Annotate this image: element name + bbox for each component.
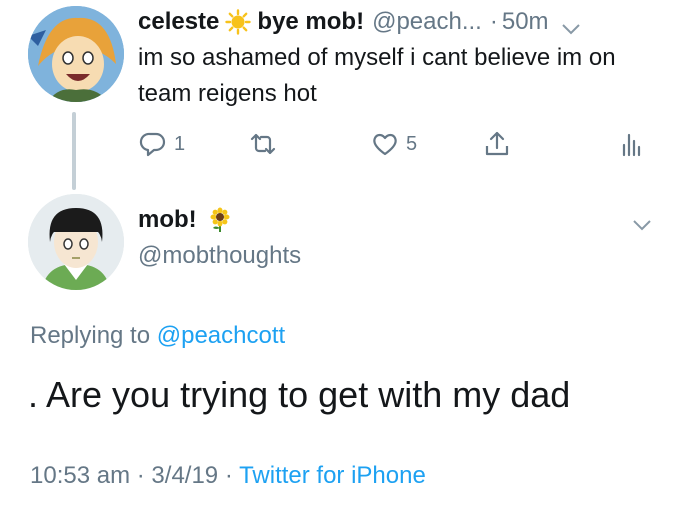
avatar-image xyxy=(28,6,124,102)
sun-emoji-icon xyxy=(225,9,252,35)
tweet1-text: im so ashamed of myself i cant believe i… xyxy=(138,44,616,107)
share-button[interactable] xyxy=(482,126,512,162)
replying-to-link[interactable]: @peachcott xyxy=(157,322,285,349)
retweet-icon xyxy=(250,133,276,155)
tweet1-handle[interactable]: @peach... xyxy=(372,8,482,36)
analytics-button[interactable] xyxy=(616,126,646,162)
thread-line xyxy=(72,112,76,190)
reply-icon xyxy=(139,132,166,157)
avatar-celeste[interactable] xyxy=(28,6,124,102)
share-icon xyxy=(485,131,509,156)
tweet1-time[interactable]: 50m xyxy=(502,8,549,36)
replying-to: Replying to @peachcott xyxy=(30,322,285,350)
reply-count: 1 xyxy=(174,132,186,155)
analytics-icon xyxy=(622,133,641,157)
retweet-button[interactable] xyxy=(248,126,284,162)
tweet1-name-suffix: bye mob! xyxy=(257,8,365,35)
heart-icon xyxy=(373,133,397,156)
tweet1-display-name[interactable]: celeste xyxy=(138,8,219,36)
meta-separator: · xyxy=(224,462,233,489)
tweet2-time[interactable]: 10:53 am xyxy=(30,462,130,489)
tweet2-source-link[interactable]: Twitter for iPhone xyxy=(239,462,426,489)
tweet1-header: celeste bye mob! @peach... · 50m xyxy=(138,6,658,38)
replying-prefix: Replying to xyxy=(30,322,151,349)
tweet2-name-row: mob! xyxy=(138,206,233,234)
avatar-image xyxy=(28,194,124,290)
tweet2-meta: 10:53 am · 3/4/19 · Twitter for iPhone xyxy=(30,462,426,490)
tweet2-text: . Are you trying to get with my dad xyxy=(28,374,571,415)
avatar-mob[interactable] xyxy=(28,194,124,290)
reply-button[interactable]: 1 xyxy=(138,126,185,162)
like-button[interactable]: 5 xyxy=(370,126,417,162)
tweet2-handle[interactable]: @mobthoughts xyxy=(138,242,301,270)
tweet2-display-name[interactable]: mob! xyxy=(138,206,197,234)
sunflower-emoji-icon xyxy=(207,207,233,233)
meta-separator: · xyxy=(136,462,145,489)
tweet2-date[interactable]: 3/4/19 xyxy=(151,462,218,489)
chevron-down-icon[interactable] xyxy=(632,218,652,232)
tweet1-dot: · xyxy=(489,8,498,35)
like-count: 5 xyxy=(406,132,418,155)
chevron-down-icon[interactable] xyxy=(561,15,581,35)
tweet1-actions: 1 5 xyxy=(138,126,658,162)
